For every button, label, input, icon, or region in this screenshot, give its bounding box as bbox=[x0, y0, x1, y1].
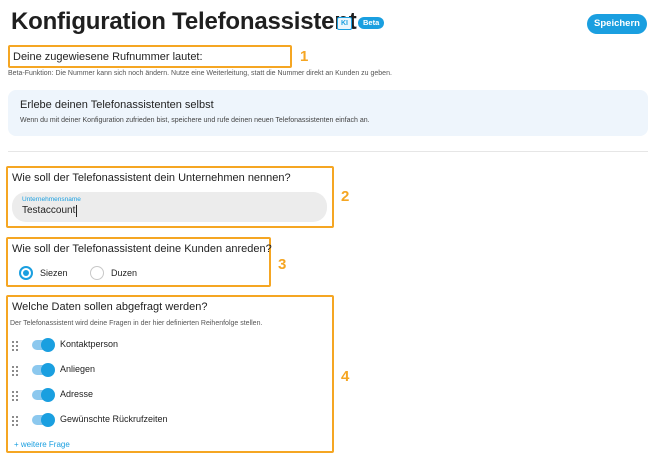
annotation-number-2: 2 bbox=[341, 188, 350, 205]
address-heading: Wie soll der Telefonassistent deine Kund… bbox=[12, 243, 272, 255]
ki-badge: KI bbox=[337, 17, 352, 30]
toggle-switch[interactable] bbox=[32, 363, 55, 377]
beta-badge: Beta bbox=[358, 17, 385, 29]
annotation-number-3: 3 bbox=[278, 256, 287, 273]
company-name-label: Unternehmensname bbox=[22, 196, 81, 203]
phone-number-heading: Deine zugewiesene Rufnummer lautet: bbox=[13, 51, 203, 63]
divider bbox=[8, 151, 648, 152]
drag-handle-icon[interactable] bbox=[12, 341, 18, 351]
fields-caption: Der Telefonassistent wird deine Fragen i… bbox=[10, 320, 263, 327]
radio-duzen-label[interactable]: Duzen bbox=[111, 268, 137, 278]
drag-handle-icon[interactable] bbox=[12, 416, 18, 426]
info-box: Erlebe deinen Telefonassistenten selbst … bbox=[8, 90, 648, 136]
list-item-kontaktperson: Kontaktperson bbox=[12, 338, 312, 354]
drag-handle-icon[interactable] bbox=[12, 391, 18, 401]
fields-heading: Welche Daten sollen abgefragt werden? bbox=[12, 301, 208, 313]
page-title: Konfiguration Telefonassistent bbox=[11, 8, 357, 35]
radio-siezen[interactable] bbox=[19, 266, 33, 280]
radio-duzen[interactable] bbox=[90, 266, 104, 280]
annotation-number-4: 4 bbox=[341, 368, 350, 385]
list-item-anliegen: Anliegen bbox=[12, 363, 312, 379]
text-caret bbox=[76, 205, 77, 217]
list-item-label: Gewünschte Rückrufzeiten bbox=[60, 414, 168, 424]
save-button[interactable]: Speichern bbox=[587, 14, 647, 34]
drag-handle-icon[interactable] bbox=[12, 366, 18, 376]
company-heading: Wie soll der Telefonassistent dein Unter… bbox=[12, 172, 291, 184]
list-item-label: Adresse bbox=[60, 389, 94, 399]
toggle-switch[interactable] bbox=[32, 338, 55, 352]
annotation-number-1: 1 bbox=[300, 48, 309, 65]
company-name-input[interactable] bbox=[22, 205, 272, 216]
beta-caption: Beta-Funktion: Die Nummer kann sich noch… bbox=[8, 70, 392, 77]
company-name-field[interactable]: Unternehmensname bbox=[12, 192, 327, 222]
list-item-adresse: Adresse bbox=[12, 388, 312, 404]
add-question-link[interactable]: + weitere Frage bbox=[14, 440, 70, 449]
info-box-title: Erlebe deinen Telefonassistenten selbst bbox=[20, 99, 214, 111]
info-box-text: Wenn du mit deiner Konfiguration zufried… bbox=[20, 117, 370, 124]
toggle-switch[interactable] bbox=[32, 413, 55, 427]
list-item-label: Kontaktperson bbox=[60, 339, 119, 349]
list-item-label: Anliegen bbox=[60, 364, 96, 374]
radio-siezen-label[interactable]: Siezen bbox=[40, 268, 68, 278]
list-item-rueckrufzeiten: Gewünschte Rückrufzeiten bbox=[12, 413, 312, 429]
toggle-switch[interactable] bbox=[32, 388, 55, 402]
